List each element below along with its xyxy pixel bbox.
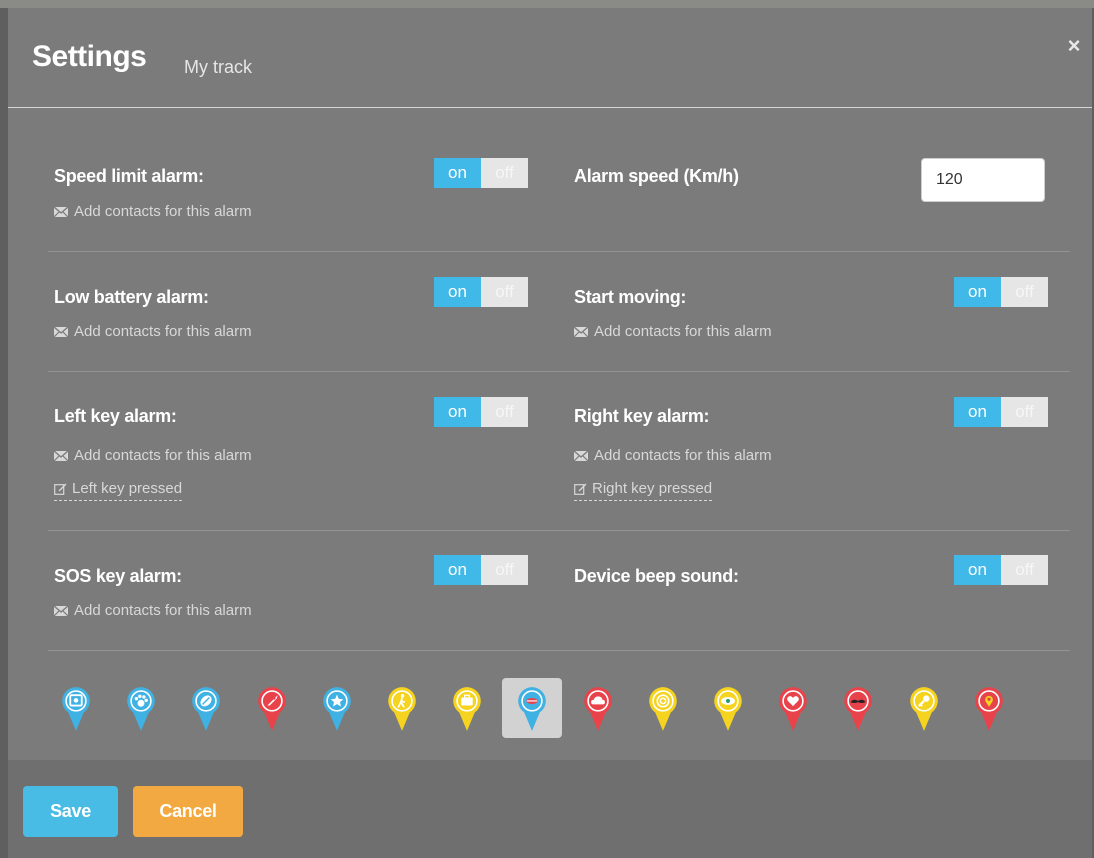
low-battery-add-contacts-link[interactable]: Add contacts for this alarm [54,323,252,340]
envelope-icon [54,326,68,337]
envelope-icon [574,326,588,337]
start-moving-label: Start moving: [574,287,687,307]
right-key-name-text: Right key pressed [592,480,713,497]
page-background-strip [0,0,1094,8]
rocket-pin-icon[interactable] [242,678,302,738]
star-pin-icon[interactable] [307,678,367,738]
key-pin-glyph-icon [910,687,938,731]
right-key-name-editable[interactable]: Right key pressed [574,480,713,501]
key-pin-icon[interactable] [894,678,954,738]
start-moving-toggle[interactable]: on off [954,277,1048,307]
row-divider [48,251,1070,252]
device-beep-sound-label: Device beep sound: [574,566,739,586]
mustache-pin-icon[interactable] [828,678,888,738]
add-contacts-text: Add contacts for this alarm [74,447,252,464]
row-divider [48,371,1070,372]
lips-pin-glyph-icon [518,687,546,731]
ball-pin-glyph-icon [192,687,220,731]
toggle-on[interactable]: on [954,555,1001,585]
modal-subtitle: My track [184,57,253,77]
add-contacts-text: Add contacts for this alarm [74,602,252,619]
low-battery-alarm-toggle[interactable]: on off [434,277,528,307]
right-key-alarm-label: Right key alarm: [574,406,710,426]
location-pin-icon[interactable] [959,678,1019,738]
eye-pin-icon[interactable] [698,678,758,738]
toggle-on[interactable]: on [434,158,481,188]
mustache-pin-glyph-icon [844,687,872,731]
device-beep-sound-toggle[interactable]: on off [954,555,1048,585]
right-key-add-contacts-link[interactable]: Add contacts for this alarm [574,447,772,464]
cloud-pin-icon[interactable] [568,678,628,738]
envelope-icon [54,450,68,461]
walker-pin-icon[interactable] [372,678,432,738]
left-key-alarm-toggle[interactable]: on off [434,397,528,427]
walker-pin-glyph-icon [388,687,416,731]
start-moving-add-contacts-link[interactable]: Add contacts for this alarm [574,323,772,340]
cloud-pin-glyph-icon [584,687,612,731]
envelope-icon [54,605,68,616]
modal-header: Settings My track × [8,8,1092,108]
add-contacts-text: Add contacts for this alarm [74,203,252,220]
left-key-name-editable[interactable]: Left key pressed [54,480,183,501]
location-pin-glyph-icon [975,687,1003,731]
alarm-speed-input[interactable] [921,158,1045,202]
row-divider [48,650,1070,651]
ball-pin-icon[interactable] [176,678,236,738]
left-key-name-text: Left key pressed [72,480,183,497]
toggle-on[interactable]: on [954,277,1001,307]
briefcase-pin-icon[interactable] [437,678,497,738]
toggle-on[interactable]: on [954,397,1001,427]
paw-pin-glyph-icon [127,687,155,731]
sos-key-alarm-label: SOS key alarm: [54,566,182,586]
left-key-add-contacts-link[interactable]: Add contacts for this alarm [54,447,252,464]
add-contacts-text: Add contacts for this alarm [594,323,772,340]
toggle-off[interactable]: off [481,158,528,188]
heart-pin-glyph-icon [779,687,807,731]
rocket-pin-glyph-icon [258,687,286,731]
toggle-off[interactable]: off [1001,397,1048,427]
envelope-icon [54,206,68,217]
modal-title: Settings [32,40,147,73]
cancel-button[interactable]: Cancel [133,786,243,837]
target-pin-glyph-icon [649,687,677,731]
photo-pin-glyph-icon [62,687,90,731]
speed-limit-alarm-toggle[interactable]: on off [434,158,528,188]
star-pin-glyph-icon [323,687,351,731]
toggle-off[interactable]: off [481,277,528,307]
row-divider [48,530,1070,531]
header-divider [8,107,1092,108]
toggle-on[interactable]: on [434,555,481,585]
toggle-on[interactable]: on [434,277,481,307]
add-contacts-text: Add contacts for this alarm [594,447,772,464]
sos-key-alarm-toggle[interactable]: on off [434,555,528,585]
add-contacts-text: Add contacts for this alarm [74,323,252,340]
speed-limit-alarm-label: Speed limit alarm: [54,166,204,186]
modal-footer: Save Cancel [8,760,1092,858]
heart-pin-icon[interactable] [763,678,823,738]
marker-icon-picker [8,668,1092,768]
toggle-off[interactable]: off [1001,277,1048,307]
speed-limit-add-contacts-link[interactable]: Add contacts for this alarm [54,203,252,220]
edit-icon [54,483,67,495]
toggle-off[interactable]: off [481,555,528,585]
settings-modal: Settings My track × Speed limit alarm: o… [8,8,1092,858]
low-battery-alarm-label: Low battery alarm: [54,287,209,307]
edit-icon [574,483,587,495]
close-icon[interactable]: × [1062,34,1086,58]
lips-pin-icon[interactable] [502,678,562,738]
briefcase-pin-glyph-icon [453,687,481,731]
toggle-off[interactable]: off [481,397,528,427]
alarm-speed-label: Alarm speed (Km/h) [574,166,739,186]
save-button[interactable]: Save [23,786,118,837]
sos-key-add-contacts-link[interactable]: Add contacts for this alarm [54,602,252,619]
right-key-alarm-toggle[interactable]: on off [954,397,1048,427]
toggle-on[interactable]: on [434,397,481,427]
target-pin-icon[interactable] [633,678,693,738]
envelope-icon [574,450,588,461]
paw-pin-icon[interactable] [111,678,171,738]
left-key-alarm-label: Left key alarm: [54,406,177,426]
photo-pin-icon[interactable] [46,678,106,738]
eye-pin-glyph-icon [714,687,742,731]
toggle-off[interactable]: off [1001,555,1048,585]
